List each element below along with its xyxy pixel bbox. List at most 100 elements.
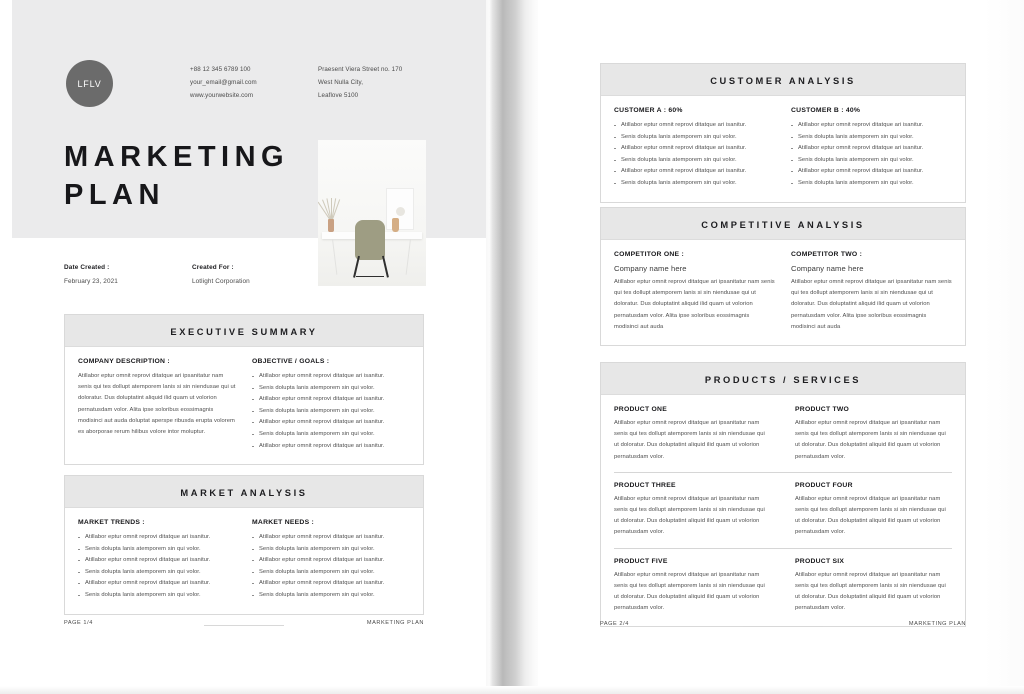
meta-date-created: Date Created : February 23, 2021 — [64, 262, 118, 288]
customer-b-list: Atillabor eptur omnit reprovi ditatque a… — [791, 120, 952, 190]
contact-block-primary: +88 12 345 6789 100 your_email@gmail.com… — [190, 63, 257, 102]
competitor-one-label: COMPETITOR ONE : — [614, 251, 684, 258]
list-item: Senis dolupta lanis atemporem sin qui vo… — [252, 544, 410, 556]
page-2-footer-doc: MARKETING PLAN — [908, 621, 966, 627]
competitor-two-label: COMPETITOR TWO : — [791, 251, 863, 258]
card-title-executive-summary: EXECUTIVE SUMMARY — [170, 327, 318, 337]
list-item: Atillabor eptur omnit reprovi ditatque a… — [791, 143, 952, 155]
competitor-one-paragraph: Atillabor eptur omnit reprovi ditatque a… — [614, 279, 775, 330]
card-body-products-services: PRODUCT ONE Atillabor eptur omnit reprov… — [601, 395, 965, 626]
product-cell: PRODUCT FOUR Atillabor eptur omnit repro… — [783, 471, 952, 539]
market-trends-column: MARKET TRENDS : Atillabor eptur omnit re… — [78, 519, 236, 602]
list-item: Senis dolupta lanis atemporem sin qui vo… — [252, 406, 410, 418]
address-line-2: West Nulla City, — [318, 79, 364, 86]
list-item: Senis dolupta lanis atemporem sin qui vo… — [614, 155, 775, 167]
card-products-services: PRODUCTS / SERVICES PRODUCT ONE Atillabo… — [600, 362, 966, 628]
page-1-footer: PAGE 1/4 MARKETING PLAN — [64, 620, 424, 630]
contact-block-address: Praesent Viera Street no. 170 West Nulla… — [318, 63, 402, 102]
photo-dried-grass — [318, 196, 353, 223]
right-page-edge — [984, 0, 1024, 694]
page-2-footer: PAGE 2/4 MARKETING PLAN — [600, 621, 966, 631]
competitor-one-name: Company name here — [614, 264, 687, 273]
list-item: Senis dolupta lanis atemporem sin qui vo… — [252, 590, 410, 602]
photo-wall-art-circle — [395, 206, 405, 216]
photo-vase-right — [392, 218, 399, 232]
product-paragraph: Atillabor eptur omnit reprovi ditatque a… — [795, 495, 946, 536]
list-item: Senis dolupta lanis atemporem sin qui vo… — [78, 544, 236, 556]
customer-a-column: CUSTOMER A : 60% Atillabor eptur omnit r… — [614, 107, 775, 190]
product-paragraph: Atillabor eptur omnit reprovi ditatque a… — [795, 420, 946, 460]
card-market-analysis: MARKET ANALYSIS MARKET TRENDS : Atillabo… — [64, 475, 424, 615]
market-trends-list: Atillabor eptur omnit reprovi ditatque a… — [78, 532, 236, 602]
list-item: Atillabor eptur omnit reprovi ditatque a… — [252, 532, 410, 544]
address-line-1: Praesent Viera Street no. 170 — [318, 66, 403, 73]
page-2: CUSTOMER ANALYSIS CUSTOMER A : 60% Atill… — [538, 0, 984, 694]
objective-goals-column: OBJECTIVE / GOALS : Atillabor eptur omni… — [252, 358, 410, 452]
market-needs-list: Atillabor eptur omnit reprovi ditatque a… — [252, 532, 410, 602]
list-item: Senis dolupta lanis atemporem sin qui vo… — [791, 178, 952, 190]
page-1-number: PAGE 1/4 — [64, 620, 93, 626]
list-item: Atillabor eptur omnit reprovi ditatque a… — [78, 555, 236, 567]
page-1-footer-rule — [204, 625, 284, 626]
list-item: Senis dolupta lanis atemporem sin qui vo… — [78, 590, 236, 602]
product-cell: PRODUCT THREE Atillabor eptur omnit repr… — [614, 471, 783, 539]
list-item: Senis dolupta lanis atemporem sin qui vo… — [614, 178, 775, 190]
meta-date-label: Date Created : — [64, 264, 110, 271]
objective-goals-list: Atillabor eptur omnit reprovi ditatque a… — [252, 371, 410, 452]
card-head-customer-analysis: CUSTOMER ANALYSIS — [601, 64, 965, 96]
card-body-market-analysis: MARKET TRENDS : Atillabor eptur omnit re… — [65, 508, 423, 614]
list-item: Senis dolupta lanis atemporem sin qui vo… — [252, 429, 410, 441]
list-item: Atillabor eptur omnit reprovi ditatque a… — [614, 166, 775, 178]
cover-title-line-1: MARKETING — [64, 141, 290, 173]
market-needs-column: MARKET NEEDS : Atillabor eptur omnit rep… — [252, 519, 410, 602]
customer-a-list: Atillabor eptur omnit reprovi ditatque a… — [614, 120, 775, 190]
card-head-competitive-analysis: COMPETITIVE ANALYSIS — [601, 208, 965, 240]
list-item: Atillabor eptur omnit reprovi ditatque a… — [791, 120, 952, 132]
list-item: Atillabor eptur omnit reprovi ditatque a… — [791, 166, 952, 178]
customer-b-column: CUSTOMER B : 40% Atillabor eptur omnit r… — [791, 107, 952, 190]
page-1: LFLV +88 12 345 6789 100 your_email@gmai… — [0, 0, 492, 694]
cover-title: MARKETING PLAN — [64, 138, 289, 214]
list-item: Atillabor eptur omnit reprovi ditatque a… — [252, 578, 410, 590]
contact-phone: +88 12 345 6789 100 — [190, 66, 251, 73]
photo-chair-crossbar — [356, 276, 384, 278]
product-paragraph: Atillabor eptur omnit reprovi ditatque a… — [614, 420, 765, 460]
card-title-products-services: PRODUCTS / SERVICES — [704, 375, 862, 385]
contact-email: your_email@gmail.com — [190, 79, 257, 86]
customer-b-label: CUSTOMER B : 40% — [791, 107, 861, 114]
card-body-competitive-analysis: COMPETITOR ONE : Company name here Atill… — [601, 240, 965, 345]
brand-logo: LFLV — [66, 60, 113, 107]
card-customer-analysis: CUSTOMER ANALYSIS CUSTOMER A : 60% Atill… — [600, 63, 966, 203]
list-item: Senis dolupta lanis atemporem sin qui vo… — [252, 567, 410, 579]
card-head-executive-summary: EXECUTIVE SUMMARY — [65, 315, 423, 347]
products-grid: PRODUCT ONE Atillabor eptur omnit reprov… — [614, 406, 952, 614]
customer-a-label: CUSTOMER A : 60% — [614, 107, 683, 114]
list-item: Atillabor eptur omnit reprovi ditatque a… — [78, 532, 236, 544]
product-title: PRODUCT SIX — [795, 557, 845, 565]
list-item: Senis dolupta lanis atemporem sin qui vo… — [791, 132, 952, 144]
product-cell: PRODUCT SIX Atillabor eptur omnit reprov… — [783, 547, 952, 615]
competitor-two-paragraph: Atillabor eptur omnit reprovi ditatque a… — [791, 279, 952, 330]
list-item: Senis dolupta lanis atemporem sin qui vo… — [78, 567, 236, 579]
photo-wall-art-frame — [386, 188, 414, 230]
page-2-number: PAGE 2/4 — [600, 621, 629, 627]
list-item: Atillabor eptur omnit reprovi ditatque a… — [252, 417, 410, 429]
cover-title-line-2: PLAN — [64, 179, 165, 211]
address-line-3: Leaflove 5100 — [318, 92, 359, 99]
contact-website: www.yourwebsite.com — [190, 92, 254, 99]
list-item: Senis dolupta lanis atemporem sin qui vo… — [614, 132, 775, 144]
meta-created-for-value: Lotlight Corporation — [192, 278, 250, 285]
product-paragraph: Atillabor eptur omnit reprovi ditatque a… — [795, 571, 946, 612]
document-spread: LFLV +88 12 345 6789 100 your_email@gmai… — [0, 0, 1024, 694]
list-item: Atillabor eptur omnit reprovi ditatque a… — [78, 578, 236, 590]
cover-hero-photo — [318, 140, 426, 286]
card-head-products-services: PRODUCTS / SERVICES — [601, 363, 965, 395]
photo-chair-seat — [355, 220, 385, 260]
product-title: PRODUCT FOUR — [795, 481, 853, 489]
list-item: Atillabor eptur omnit reprovi ditatque a… — [614, 143, 775, 155]
product-title: PRODUCT THREE — [614, 481, 676, 489]
list-item: Senis dolupta lanis atemporem sin qui vo… — [791, 155, 952, 167]
photo-vase-left — [328, 219, 334, 232]
product-title: PRODUCT FIVE — [614, 557, 668, 565]
company-description-paragraph: Atillabor eptur omnit reprovi ditatque a… — [78, 373, 236, 436]
